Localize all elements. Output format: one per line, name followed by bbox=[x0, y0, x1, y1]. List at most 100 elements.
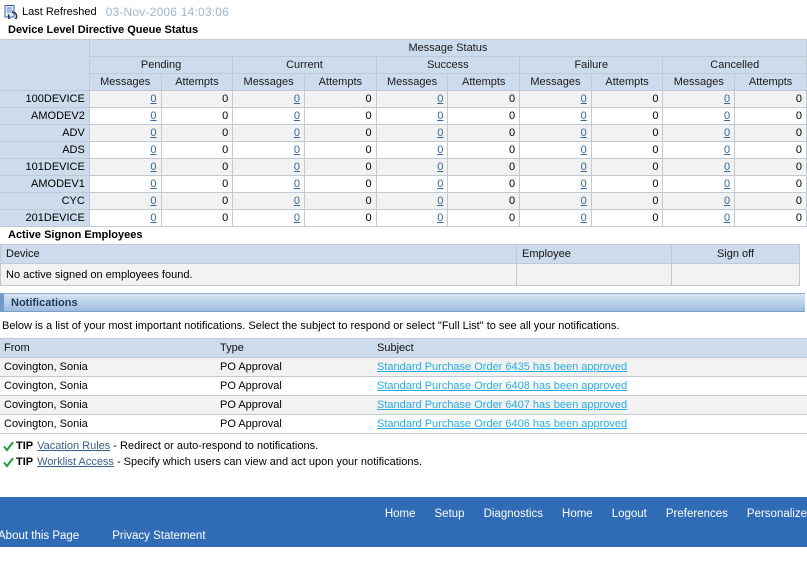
message-count-cell[interactable]: 0 bbox=[88, 124, 162, 142]
message-count-link[interactable]: 0 bbox=[294, 127, 300, 139]
message-count-link[interactable]: 0 bbox=[581, 212, 587, 224]
notification-subject-link[interactable]: Standard Purchase Order 6435 has been ap… bbox=[377, 361, 627, 373]
message-count-cell[interactable]: 0 bbox=[232, 124, 305, 142]
message-count-link[interactable]: 0 bbox=[581, 195, 587, 207]
message-count-cell[interactable]: 0 bbox=[232, 90, 305, 108]
message-count-cell[interactable]: 0 bbox=[662, 141, 736, 159]
message-count-cell[interactable]: 0 bbox=[232, 158, 305, 176]
message-count-cell[interactable]: 0 bbox=[232, 192, 305, 210]
notification-subject-cell[interactable]: Standard Purchase Order 6408 has been ap… bbox=[373, 376, 807, 396]
message-count-cell[interactable]: 0 bbox=[375, 175, 449, 193]
message-count-link[interactable]: 0 bbox=[294, 93, 300, 105]
message-count-cell[interactable]: 0 bbox=[88, 107, 162, 125]
message-count-cell[interactable]: 0 bbox=[519, 107, 592, 125]
message-count-cell[interactable]: 0 bbox=[519, 192, 592, 210]
message-count-link[interactable]: 0 bbox=[437, 110, 443, 122]
message-count-link[interactable]: 0 bbox=[581, 127, 587, 139]
footer-link-logout[interactable]: Logout bbox=[612, 508, 647, 520]
message-count-cell[interactable]: 0 bbox=[88, 175, 162, 193]
message-count-link[interactable]: 0 bbox=[150, 212, 156, 224]
message-count-link[interactable]: 0 bbox=[437, 212, 443, 224]
message-count-cell[interactable]: 0 bbox=[88, 192, 162, 210]
message-count-cell[interactable]: 0 bbox=[88, 158, 162, 176]
message-count-cell[interactable]: 0 bbox=[375, 124, 449, 142]
message-count-link[interactable]: 0 bbox=[724, 178, 730, 190]
notification-subject-cell[interactable]: Standard Purchase Order 6406 has been ap… bbox=[373, 414, 807, 434]
footer-link-personalize[interactable]: Personalize bbox=[747, 508, 807, 520]
message-count-link[interactable]: 0 bbox=[294, 161, 300, 173]
message-count-link[interactable]: 0 bbox=[150, 127, 156, 139]
message-count-cell[interactable]: 0 bbox=[375, 192, 449, 210]
message-count-cell[interactable]: 0 bbox=[662, 107, 736, 125]
message-count-cell[interactable]: 0 bbox=[519, 90, 592, 108]
message-count-link[interactable]: 0 bbox=[437, 93, 443, 105]
notification-subject-link[interactable]: Standard Purchase Order 6408 has been ap… bbox=[377, 380, 627, 392]
tip-link[interactable]: Worklist Access bbox=[37, 456, 114, 468]
message-count-cell[interactable]: 0 bbox=[375, 158, 449, 176]
message-count-link[interactable]: 0 bbox=[437, 178, 443, 190]
message-count-cell[interactable]: 0 bbox=[662, 124, 736, 142]
message-count-link[interactable]: 0 bbox=[724, 144, 730, 156]
footer-link-setup[interactable]: Setup bbox=[435, 508, 465, 520]
privacy-statement-link[interactable]: Privacy Statement bbox=[112, 530, 205, 542]
message-count-link[interactable]: 0 bbox=[294, 110, 300, 122]
message-count-link[interactable]: 0 bbox=[724, 195, 730, 207]
message-count-cell[interactable]: 0 bbox=[519, 158, 592, 176]
message-count-link[interactable]: 0 bbox=[724, 93, 730, 105]
message-count-link[interactable]: 0 bbox=[724, 212, 730, 224]
message-count-cell[interactable]: 0 bbox=[375, 141, 449, 159]
message-count-cell[interactable]: 0 bbox=[375, 107, 449, 125]
message-count-cell[interactable]: 0 bbox=[375, 90, 449, 108]
refresh-page-icon[interactable] bbox=[4, 4, 18, 21]
message-count-cell[interactable]: 0 bbox=[519, 141, 592, 159]
footer-link-home[interactable]: Home bbox=[562, 508, 593, 520]
message-count-link[interactable]: 0 bbox=[724, 127, 730, 139]
message-count-link[interactable]: 0 bbox=[724, 110, 730, 122]
message-count-link[interactable]: 0 bbox=[294, 212, 300, 224]
message-count-link[interactable]: 0 bbox=[437, 195, 443, 207]
message-count-link[interactable]: 0 bbox=[581, 93, 587, 105]
message-count-link[interactable]: 0 bbox=[581, 178, 587, 190]
message-count-cell[interactable]: 0 bbox=[232, 141, 305, 159]
message-count-link[interactable]: 0 bbox=[724, 161, 730, 173]
message-count-cell[interactable]: 0 bbox=[662, 90, 736, 108]
footer-link-preferences[interactable]: Preferences bbox=[666, 508, 728, 520]
notification-subject-link[interactable]: Standard Purchase Order 6406 has been ap… bbox=[377, 418, 627, 430]
message-count-link[interactable]: 0 bbox=[581, 110, 587, 122]
message-count-cell[interactable]: 0 bbox=[232, 175, 305, 193]
message-count-cell[interactable]: 0 bbox=[519, 124, 592, 142]
message-count-cell[interactable]: 0 bbox=[662, 158, 736, 176]
message-count-link[interactable]: 0 bbox=[581, 161, 587, 173]
notification-subject-cell[interactable]: Standard Purchase Order 6407 has been ap… bbox=[373, 395, 807, 415]
message-count-cell[interactable]: 0 bbox=[88, 209, 162, 227]
message-count-cell[interactable]: 0 bbox=[662, 209, 736, 227]
message-count-link[interactable]: 0 bbox=[150, 110, 156, 122]
message-count-cell[interactable]: 0 bbox=[88, 141, 162, 159]
about-this-page-link[interactable]: About this Page bbox=[0, 530, 79, 542]
message-count-link[interactable]: 0 bbox=[150, 195, 156, 207]
message-count-link[interactable]: 0 bbox=[294, 144, 300, 156]
message-count-link[interactable]: 0 bbox=[581, 144, 587, 156]
message-count-cell[interactable]: 0 bbox=[232, 209, 305, 227]
message-count-link[interactable]: 0 bbox=[437, 127, 443, 139]
message-count-cell[interactable]: 0 bbox=[375, 209, 449, 227]
message-count-cell[interactable]: 0 bbox=[88, 90, 162, 108]
message-count-cell[interactable]: 0 bbox=[662, 175, 736, 193]
message-count-cell[interactable]: 0 bbox=[232, 107, 305, 125]
message-count-cell[interactable]: 0 bbox=[662, 192, 736, 210]
message-count-link[interactable]: 0 bbox=[150, 161, 156, 173]
tip-link[interactable]: Vacation Rules bbox=[37, 440, 110, 452]
message-count-cell[interactable]: 0 bbox=[519, 175, 592, 193]
message-count-link[interactable]: 0 bbox=[150, 93, 156, 105]
message-count-link[interactable]: 0 bbox=[294, 195, 300, 207]
message-count-link[interactable]: 0 bbox=[437, 144, 443, 156]
notification-subject-link[interactable]: Standard Purchase Order 6407 has been ap… bbox=[377, 399, 627, 411]
message-count-link[interactable]: 0 bbox=[150, 178, 156, 190]
notification-subject-cell[interactable]: Standard Purchase Order 6435 has been ap… bbox=[373, 357, 807, 377]
footer-link-diagnostics[interactable]: Diagnostics bbox=[484, 508, 543, 520]
footer-link-home[interactable]: Home bbox=[385, 508, 416, 520]
message-count-cell[interactable]: 0 bbox=[519, 209, 592, 227]
message-count-link[interactable]: 0 bbox=[437, 161, 443, 173]
message-count-link[interactable]: 0 bbox=[294, 178, 300, 190]
message-count-link[interactable]: 0 bbox=[150, 144, 156, 156]
